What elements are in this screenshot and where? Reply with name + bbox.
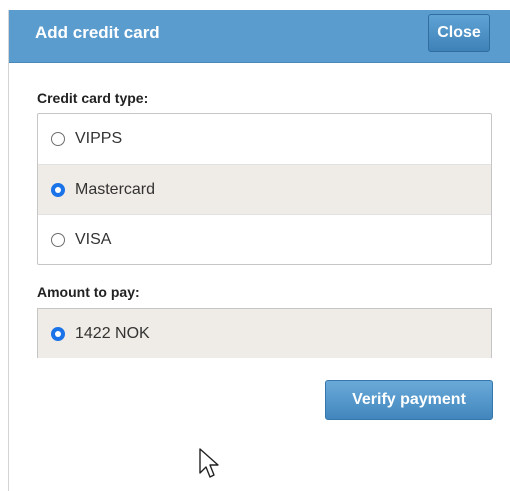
card-type-option-label: VIPPS bbox=[75, 130, 123, 147]
card-type-option-label: Mastercard bbox=[75, 180, 156, 198]
radio-unchecked-icon[interactable] bbox=[51, 232, 65, 247]
amount-label: Amount to pay: bbox=[37, 284, 140, 300]
radio-checked-icon[interactable] bbox=[51, 182, 65, 197]
dialog-title: Add credit card bbox=[35, 23, 160, 42]
amount-option-1422-nok[interactable]: 1422 NOK bbox=[37, 308, 492, 358]
add-credit-card-dialog: Add credit card Close Credit card type: … bbox=[8, 10, 510, 491]
card-type-option-visa[interactable]: VISA bbox=[38, 214, 491, 264]
radio-unchecked-icon[interactable] bbox=[51, 132, 65, 146]
radio-checked-icon[interactable] bbox=[51, 326, 65, 341]
card-type-radio-group: VIPPS Mastercard VISA bbox=[37, 113, 492, 265]
card-type-label: Credit card type: bbox=[37, 90, 149, 106]
dialog-header: Add credit card Close bbox=[9, 10, 510, 63]
card-type-option-vipps[interactable]: VIPPS bbox=[38, 114, 491, 164]
close-button[interactable]: Close bbox=[428, 14, 490, 52]
mouse-pointer-icon bbox=[199, 448, 219, 478]
verify-payment-button[interactable]: Verify payment bbox=[325, 380, 493, 420]
card-type-option-label: VISA bbox=[75, 230, 112, 248]
amount-option-label: 1422 NOK bbox=[75, 324, 150, 342]
card-type-option-mastercard[interactable]: Mastercard bbox=[38, 164, 491, 214]
